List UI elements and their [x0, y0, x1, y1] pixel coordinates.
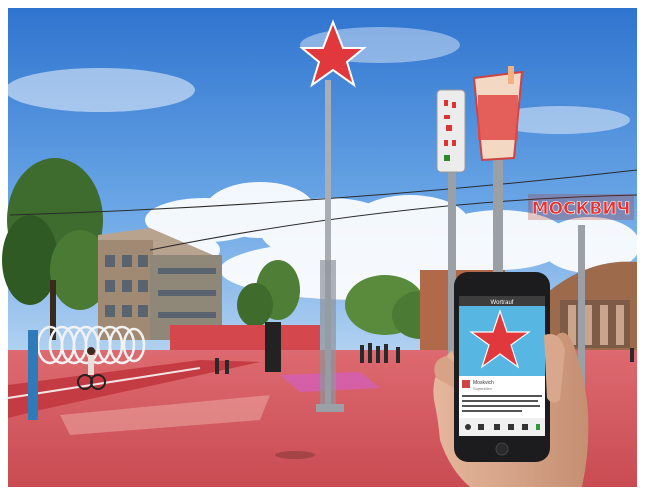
- dark-kiosk: [265, 322, 281, 372]
- blue-bollard: [28, 330, 38, 420]
- plaza-photo: МОСКВИЧ Wortrauf Moskvich Superkilen: [0, 0, 645, 495]
- red-wall: [170, 325, 320, 353]
- smartphone: Wortrauf Moskvich Superkilen: [454, 272, 550, 462]
- phone-home-button: [495, 442, 509, 456]
- phone-app-title: Wortrauf: [491, 300, 514, 306]
- phone-post-sub: Superkilen: [473, 386, 492, 391]
- phone-tab-bar: [459, 418, 545, 436]
- moskvich-sign-text: МОСКВИЧ: [532, 199, 631, 219]
